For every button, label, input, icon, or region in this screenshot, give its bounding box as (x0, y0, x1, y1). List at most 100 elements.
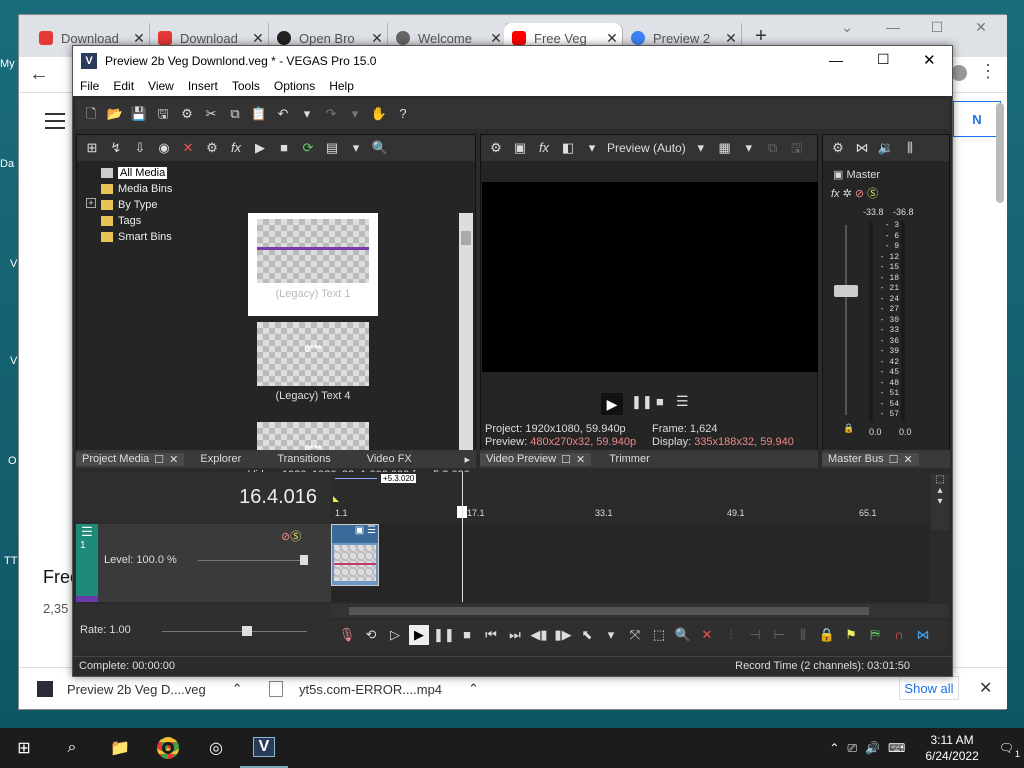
minimize-icon[interactable]: — (829, 52, 843, 68)
minimize-icon[interactable]: — (871, 19, 915, 39)
snapping-magnet-icon[interactable]: ∩ (889, 625, 909, 645)
cut-icon[interactable]: ✂ (202, 105, 220, 123)
stop-icon[interactable]: ■ (457, 625, 477, 645)
dim-output-icon[interactable]: 🔉 (877, 139, 895, 157)
tabs-scroll-right-icon[interactable]: ▸ (458, 453, 476, 466)
insert-marker-icon[interactable]: ⚑ (841, 625, 861, 645)
network-icon[interactable]: ⎚ (847, 741, 857, 756)
close-tab-icon[interactable]: ✕ (367, 30, 387, 47)
capture-video-icon[interactable]: ↯ (107, 139, 125, 157)
save-snapshot-icon[interactable]: 🖫 (788, 139, 806, 157)
scroll-down-icon[interactable]: ▾ (931, 496, 949, 507)
back-arrow-icon[interactable]: ← (29, 63, 49, 86)
page-sign-in-button[interactable]: N (953, 101, 1001, 137)
preview-device-icon[interactable]: ▣ (511, 139, 529, 157)
master-fader-handle[interactable] (834, 285, 858, 297)
edit-tool-dropdown-icon[interactable]: ▾ (601, 625, 621, 645)
get-media-icon[interactable]: ⇩ (131, 139, 149, 157)
media-item-selected[interactable]: (Legacy) Text 1 (248, 213, 378, 316)
automation-icon[interactable]: ✲ (843, 188, 852, 200)
redo-icon[interactable]: ↷ (322, 105, 340, 123)
preview-play-button[interactable]: ▶ (601, 393, 623, 415)
download-item[interactable]: yt5s.com-ERROR....mp4 ⌃ (269, 674, 489, 704)
normal-edit-tool-icon[interactable]: ⬉ (577, 625, 597, 645)
preview-stop-button[interactable]: ■ (656, 394, 664, 409)
close-download-bar-icon[interactable]: ✕ (979, 678, 992, 698)
mute-icon[interactable]: ⊘ (855, 188, 864, 200)
search-icon[interactable]: 🔍 (371, 139, 389, 157)
menu-tools[interactable]: Tools (225, 79, 267, 93)
split-icon[interactable]: ⫼ (793, 625, 813, 645)
redo-dropdown-icon[interactable]: ▾ (346, 105, 364, 123)
auto-preview-icon[interactable]: ⟳ (299, 139, 317, 157)
track-level-handle[interactable] (300, 555, 308, 565)
chevron-up-icon[interactable]: ⌃ (232, 681, 243, 697)
downmix-icon[interactable]: ⋈ (853, 139, 871, 157)
views-dropdown-icon[interactable]: ▾ (347, 139, 365, 157)
vegas-taskbar-icon[interactable]: V (240, 728, 288, 768)
track-color-strip[interactable]: ☰ 1 (76, 524, 98, 602)
desktop-icon-label[interactable]: Da (0, 158, 20, 170)
desktop-icon-label[interactable]: My (0, 58, 20, 70)
menu-dots-icon[interactable]: ⋮ (979, 61, 997, 82)
chevron-up-icon[interactable]: ⌃ (468, 681, 479, 697)
close-tab-icon[interactable]: ✕ (248, 30, 268, 47)
notification-icon[interactable]: 🗨 1 (999, 741, 1020, 759)
record-icon[interactable]: 🎙 (337, 625, 357, 645)
expand-icon[interactable]: ⬚ (931, 474, 949, 485)
page-scrollbar[interactable] (996, 103, 1004, 203)
maximize-icon[interactable]: ☐ (877, 51, 890, 68)
menu-edit[interactable]: Edit (106, 79, 141, 93)
file-explorer-icon[interactable]: 📁 (96, 728, 144, 768)
stop-icon[interactable]: ■ (275, 139, 293, 157)
close-window-icon[interactable]: ✕ (923, 51, 936, 69)
new-project-icon[interactable]: 🗋 (82, 105, 100, 123)
save-icon[interactable]: 💾 (130, 105, 148, 123)
preview-quality-dropdown-icon[interactable]: ▾ (692, 139, 710, 157)
trim-end-icon[interactable]: ⊢ (769, 625, 789, 645)
show-all-button[interactable]: Show all (899, 676, 959, 700)
search-icon[interactable]: ⌕ (48, 728, 96, 768)
timeline-ruler[interactable]: +5.3.020 1.1 17.1 33.1 49.1 65.1 (331, 472, 929, 522)
tree-item-by-type[interactable]: By Type (101, 197, 172, 213)
track-lane[interactable]: ▣ ☰ (331, 472, 929, 602)
overlays-dropdown-icon[interactable]: ▾ (740, 139, 758, 157)
tree-item-smart-bins[interactable]: Smart Bins (101, 229, 172, 245)
media-fx-icon[interactable]: fx (227, 139, 245, 157)
close-tab-icon[interactable]: ✕ (721, 30, 741, 47)
play-icon[interactable]: ▶ (251, 139, 269, 157)
menu-options[interactable]: Options (267, 79, 322, 93)
master-properties-icon[interactable]: ⚙ (829, 139, 847, 157)
chrome-icon[interactable] (144, 728, 192, 768)
maximize-icon[interactable]: ☐ (915, 19, 959, 39)
lock-event-icon[interactable]: 🔒 (817, 625, 837, 645)
solo-icon[interactable]: Ⓢ (867, 188, 878, 200)
undo-dropdown-icon[interactable]: ▾ (298, 105, 316, 123)
overlays-grid-icon[interactable]: ▦ (716, 139, 734, 157)
go-to-end-icon[interactable]: ⏭ (505, 625, 525, 645)
paste-icon[interactable]: 📋 (250, 105, 268, 123)
close-window-icon[interactable]: ✕ (959, 19, 1003, 39)
tray-chevron-icon[interactable]: ⌃ (829, 741, 839, 755)
selection-tool-icon[interactable]: ⬚ (649, 625, 669, 645)
split-dropdown-icon[interactable]: ▾ (583, 139, 601, 157)
play-icon[interactable]: ▶ (409, 625, 429, 645)
open-folder-icon[interactable]: 📂 (106, 105, 124, 123)
tab-explorer[interactable]: Explorer (194, 453, 247, 465)
tab-video-fx[interactable]: Video FX (361, 453, 418, 465)
preview-quality-select[interactable]: Preview (Auto) (607, 141, 686, 155)
clock[interactable]: 3:11 AM 6/24/2022 (925, 732, 978, 764)
whats-this-help-icon[interactable]: ? (394, 105, 412, 123)
copy-icon[interactable]: ⧉ (226, 105, 244, 123)
tab-trimmer[interactable]: Trimmer (603, 453, 656, 465)
delete-icon[interactable]: ✕ (697, 625, 717, 645)
loop-icon[interactable]: ⟲ (361, 625, 381, 645)
track-2-color-strip[interactable] (76, 596, 98, 602)
render-hand-icon[interactable]: ✋ (370, 105, 388, 123)
next-frame-icon[interactable]: ▮▶ (553, 625, 573, 645)
envelope-tool-icon[interactable]: ⤧ (625, 625, 645, 645)
menu-view[interactable]: View (141, 79, 181, 93)
keyboard-icon[interactable]: ⌨ (888, 741, 905, 755)
media-properties-icon[interactable]: ⚙ (203, 139, 221, 157)
close-tab-icon[interactable]: ✕ (486, 30, 506, 47)
